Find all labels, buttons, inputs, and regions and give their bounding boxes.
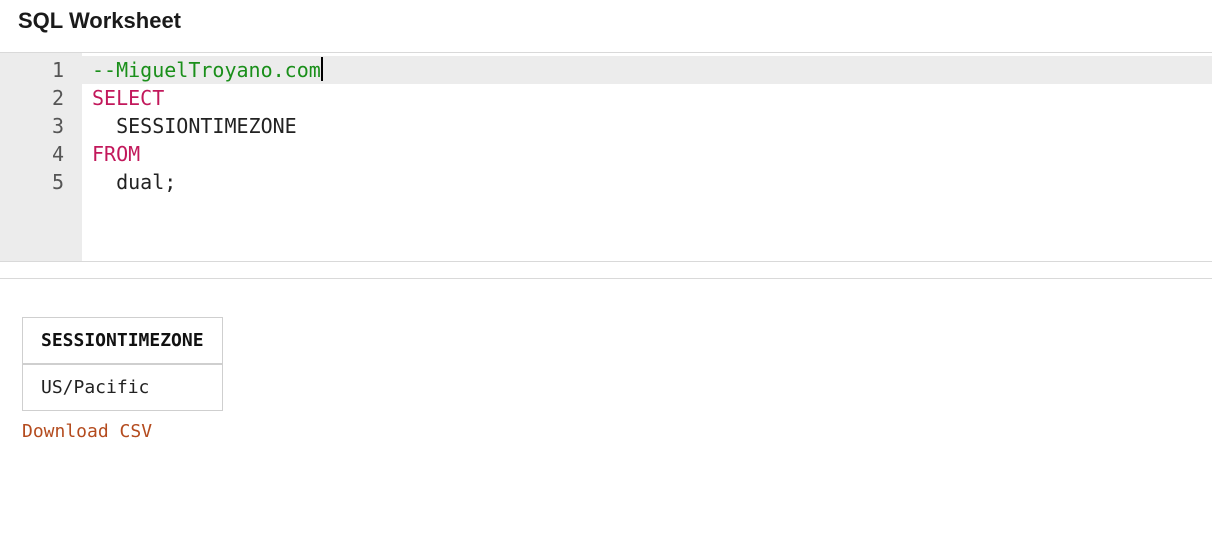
code-line[interactable]: FROM [82,140,1212,168]
text-cursor [321,57,323,81]
code-token: SELECT [92,86,164,110]
download-csv-link[interactable]: Download CSV [22,421,152,442]
code-token: SESSIONTIMEZONE [92,114,297,138]
results-table: SESSIONTIMEZONE US/Pacific [22,317,223,411]
page-title: SQL Worksheet [18,8,1194,34]
table-cell: US/Pacific [23,364,223,411]
table-row: US/Pacific [23,364,223,411]
code-line[interactable]: SESSIONTIMEZONE [82,112,1212,140]
code-line[interactable]: dual; [82,168,1212,196]
code-line[interactable]: --MiguelTroyano.com [82,56,1212,84]
line-gutter: 12345 [0,53,82,261]
code-line[interactable]: SELECT [82,84,1212,112]
sql-editor[interactable]: 12345 --MiguelTroyano.com SELECT SESSIONT… [0,52,1212,262]
results-panel: SESSIONTIMEZONE US/Pacific Download CSV [0,278,1212,442]
line-number: 2 [0,84,82,112]
code-token: FROM [92,142,140,166]
code-area[interactable]: --MiguelTroyano.com SELECT SESSIONTIMEZON… [82,53,1212,261]
code-token: --MiguelTroyano.com [92,58,321,82]
line-number: 5 [0,168,82,196]
line-number: 1 [0,56,82,84]
header: SQL Worksheet [0,0,1212,52]
code-token: dual; [92,170,176,194]
column-header: SESSIONTIMEZONE [23,318,223,365]
line-number: 3 [0,112,82,140]
line-number: 4 [0,140,82,168]
